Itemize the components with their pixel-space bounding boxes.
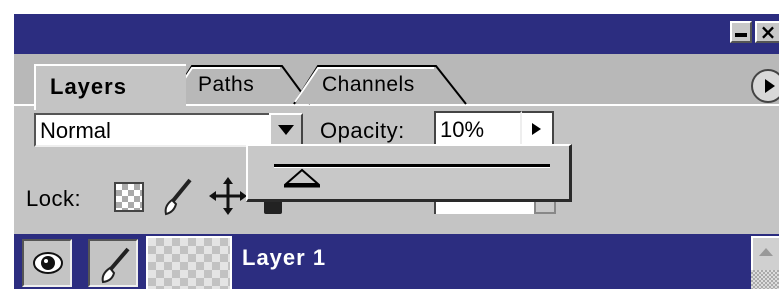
layer-name[interactable]: Layer 1 xyxy=(242,242,326,274)
close-button[interactable]: × xyxy=(755,20,779,44)
tab-channels-label: Channels xyxy=(322,73,415,96)
opacity-value: 10% xyxy=(440,117,485,142)
transparency-lock-icon[interactable] xyxy=(114,182,144,212)
scrollbar-track[interactable] xyxy=(751,270,779,289)
blend-mode-select[interactable]: Normal xyxy=(34,113,280,147)
blend-mode-value: Normal xyxy=(40,118,111,143)
tab-layers-label: Layers xyxy=(50,74,127,99)
opacity-slider-thumb[interactable] xyxy=(283,168,320,188)
opacity-slider-toggle[interactable] xyxy=(522,111,554,147)
lock-label: Lock: xyxy=(26,186,82,211)
layer-thumbnail[interactable] xyxy=(146,236,232,289)
scroll-up-button[interactable] xyxy=(751,236,779,270)
blend-mode-dropdown-arrow[interactable] xyxy=(269,113,303,147)
opacity-slider-popup xyxy=(246,144,572,202)
layer-link-toggle[interactable] xyxy=(88,239,138,287)
palette-title-bar[interactable] xyxy=(14,14,779,54)
minimize-button[interactable] xyxy=(730,21,752,43)
layer-visibility-toggle[interactable] xyxy=(22,239,72,287)
opacity-label: Opacity: xyxy=(320,118,405,143)
paintbrush-icon xyxy=(101,247,130,284)
palette-menu-button[interactable] xyxy=(751,69,779,103)
tab-layers[interactable]: Layers xyxy=(34,64,186,110)
tab-paths-label: Paths xyxy=(198,73,255,96)
close-icon: × xyxy=(759,20,777,44)
eye-icon xyxy=(33,252,63,274)
move-lock-icon[interactable] xyxy=(208,176,248,216)
opacity-input[interactable]: 10% xyxy=(434,111,522,147)
layers-palette: × Paths Channels Layers Normal Opacity: … xyxy=(12,12,779,289)
brush-lock-icon[interactable] xyxy=(160,176,196,216)
